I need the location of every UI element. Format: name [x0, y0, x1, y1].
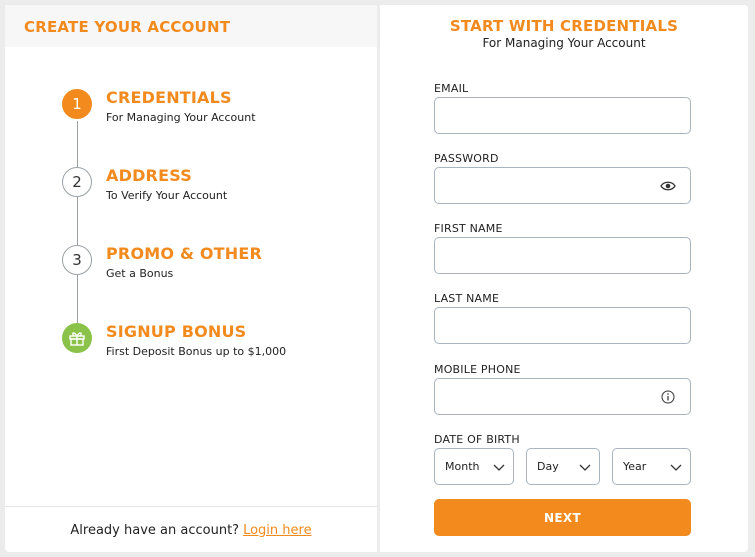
mobile-phone-label: MOBILE PHONE [434, 363, 521, 376]
password-field[interactable] [434, 167, 691, 204]
next-button[interactable]: NEXT [434, 499, 691, 536]
month-select[interactable]: Month [434, 448, 514, 485]
form-title: START WITH CREDENTIALS [449, 17, 679, 35]
step-1-subtitle: For Managing Your Account [106, 111, 256, 124]
day-select[interactable]: Day [526, 448, 600, 485]
form-subtitle: For Managing Your Account [482, 36, 646, 50]
chevron-down-icon [579, 462, 591, 475]
month-select-value: Month [445, 460, 480, 473]
chevron-down-icon [493, 462, 505, 475]
step-1-title: CREDENTIALS [106, 88, 232, 107]
step-2-circle: 2 [62, 167, 92, 197]
first-name-field[interactable] [434, 237, 691, 274]
password-label: PASSWORD [434, 152, 499, 165]
email-label: EMAIL [434, 82, 469, 95]
email-field[interactable] [434, 97, 691, 134]
step-2-title: ADDRESS [106, 166, 192, 185]
eye-icon[interactable] [660, 178, 676, 194]
last-name-input[interactable] [435, 308, 665, 341]
login-footer: Already have an account? Login here [5, 506, 377, 553]
step-2-subtitle: To Verify Your Account [106, 189, 228, 202]
step-3-subtitle: Get a Bonus [106, 267, 174, 280]
chevron-down-icon [670, 462, 682, 475]
year-select[interactable]: Year [612, 448, 691, 485]
steps-panel: CREATE YOUR ACCOUNT 1 CREDENTIALS For Ma… [5, 5, 377, 552]
bonus-step-subtitle: First Deposit Bonus up to $1,000 [106, 345, 287, 358]
first-name-input[interactable] [435, 238, 665, 271]
bonus-step-circle [62, 323, 92, 353]
step-3-circle: 3 [62, 245, 92, 275]
gift-icon [69, 332, 85, 346]
step-1-circle: 1 [62, 89, 92, 119]
last-name-field[interactable] [434, 307, 691, 344]
step-3-title: PROMO & OTHER [106, 244, 263, 263]
last-name-label: LAST NAME [434, 292, 500, 305]
day-select-value: Day [537, 460, 559, 473]
dob-label: DATE OF BIRTH [434, 433, 520, 446]
login-link[interactable]: Login here [243, 523, 312, 538]
credentials-form: START WITH CREDENTIALS For Managing Your… [380, 5, 748, 552]
create-account-title: CREATE YOUR ACCOUNT [24, 18, 231, 36]
bonus-step-title: SIGNUP BONUS [106, 322, 247, 341]
mobile-phone-input[interactable] [435, 379, 665, 412]
email-input[interactable] [435, 98, 665, 131]
left-header: CREATE YOUR ACCOUNT [5, 5, 377, 47]
first-name-label: FIRST NAME [434, 222, 503, 235]
steps-connector-line [77, 121, 78, 341]
have-account-text: Already have an account? [70, 522, 240, 538]
password-input[interactable] [435, 168, 665, 201]
mobile-phone-field[interactable] [434, 378, 691, 415]
year-select-value: Year [623, 460, 647, 473]
info-icon[interactable] [660, 389, 676, 405]
